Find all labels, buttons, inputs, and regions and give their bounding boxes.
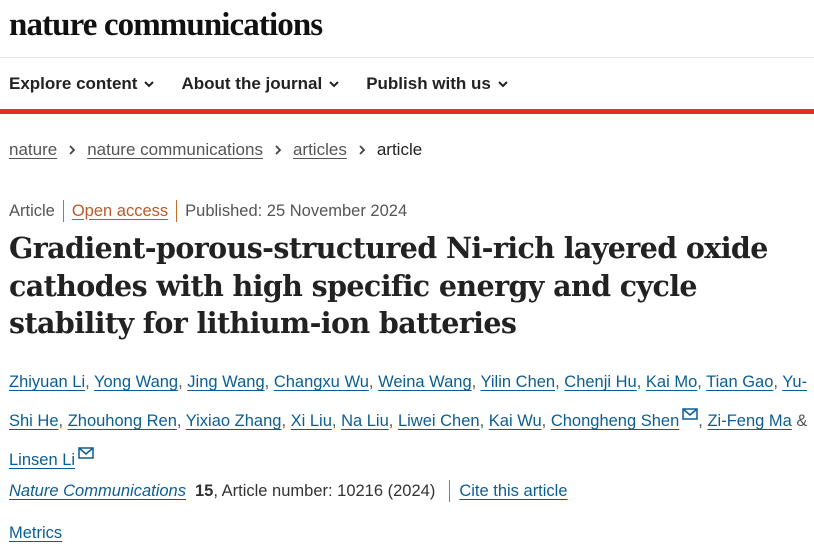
metrics-link[interactable]: Metrics [9, 524, 62, 543]
author-link[interactable]: Yixiao Zhang [186, 412, 282, 430]
article-title: Gradient-porous-structured Ni-rich layer… [9, 231, 768, 340]
author-link[interactable]: Zhiyuan Li [9, 373, 85, 391]
breadcrumb: nature nature communications articles ar… [9, 140, 422, 160]
published-date: Published: 25 November 2024 [185, 201, 408, 220]
chevron-right-icon [67, 144, 77, 156]
author-link[interactable]: Chongheng Shen [551, 412, 679, 430]
journal-link[interactable]: Nature Communications [9, 482, 186, 501]
author-link[interactable]: Weina Wang [378, 373, 472, 391]
nav-label: Explore content [9, 73, 138, 93]
nav-about-journal[interactable]: About the journal [181, 74, 340, 94]
site-header: nature communications [0, 0, 814, 58]
chevron-right-icon [273, 144, 283, 156]
open-access-link[interactable]: Open access [72, 202, 168, 221]
author-link[interactable]: Changxu Wu [274, 373, 369, 391]
author-link[interactable]: Chenji Hu [564, 373, 636, 391]
article-meta: Article Open access Published: 25 Novemb… [9, 200, 407, 222]
nav-label: Publish with us [366, 73, 491, 93]
divider [176, 200, 178, 222]
author-link[interactable]: Na Liu [341, 412, 389, 430]
chevron-down-icon [143, 78, 155, 90]
author-list: Zhiyuan Li, Yong Wang, Jing Wang, Changx… [9, 373, 808, 469]
author-link[interactable]: Liwei Chen [398, 412, 480, 430]
chevron-down-icon [328, 78, 340, 90]
author-link[interactable]: Zi-Feng Ma [707, 412, 791, 430]
divider [62, 200, 64, 222]
chevron-down-icon [497, 78, 509, 90]
author-link[interactable]: Yilin Chen [481, 373, 556, 391]
site-logo[interactable]: nature communications [9, 9, 323, 42]
nav-label: About the journal [181, 73, 323, 93]
author-link[interactable]: Zhouhong Ren [68, 412, 177, 430]
author-link[interactable]: Kai Mo [646, 373, 697, 391]
article-number: , Article number: 10216 (2024) [213, 481, 436, 500]
breadcrumb-link-nature-communications[interactable]: nature communications [87, 140, 263, 160]
divider [449, 480, 451, 502]
mail-icon[interactable] [78, 438, 94, 459]
nav-publish-with-us[interactable]: Publish with us [366, 74, 509, 94]
author-link[interactable]: Linsen Li [9, 451, 75, 469]
author-link[interactable]: Xi Liu [291, 412, 332, 430]
breadcrumb-current: article [376, 140, 423, 159]
main-nav: Explore content About the journal Publis… [0, 58, 814, 114]
breadcrumb-link-nature[interactable]: nature [9, 140, 57, 160]
cite-this-article-link[interactable]: Cite this article [459, 482, 567, 501]
author-link[interactable]: Tian Gao [706, 373, 773, 391]
chevron-right-icon [357, 144, 367, 156]
volume-number: 15 [195, 481, 214, 500]
citation-line: Nature Communications 15 , Article numbe… [9, 480, 568, 502]
author-link[interactable]: Yong Wang [94, 373, 178, 391]
breadcrumb-link-articles[interactable]: articles [293, 140, 347, 160]
author-link[interactable]: Kai Wu [489, 412, 542, 430]
author-link[interactable]: Jing Wang [187, 373, 264, 391]
mail-icon[interactable] [682, 399, 699, 420]
article-type: Article [9, 201, 55, 220]
nav-explore-content[interactable]: Explore content [9, 74, 155, 94]
